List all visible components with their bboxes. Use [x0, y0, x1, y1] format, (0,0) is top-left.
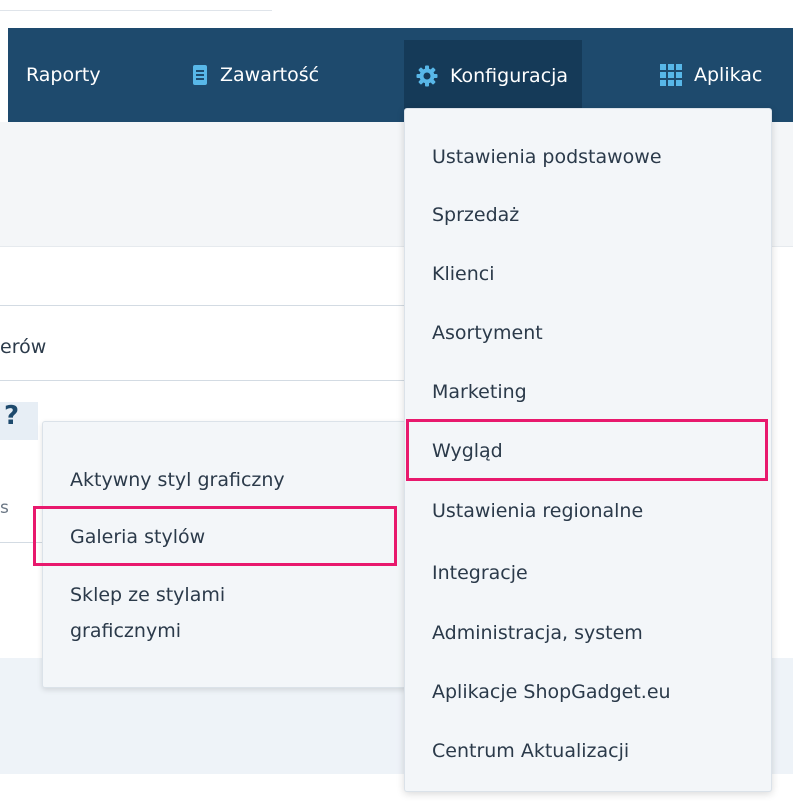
- menu-item-administration[interactable]: Administracja, system: [432, 620, 643, 646]
- table-divider: [0, 305, 410, 306]
- submenu-item-style-shop[interactable]: Sklep ze stylami graficznymi: [70, 577, 330, 649]
- nav-item-label: Konfiguracja: [450, 65, 569, 87]
- nav-item-content[interactable]: Zawartość: [192, 28, 319, 122]
- grid-icon: [660, 64, 682, 86]
- menu-item-shopgadget-apps[interactable]: Aplikacje ShopGadget.eu: [432, 679, 671, 705]
- highlight-box-appearance: [406, 419, 768, 481]
- nav-item-configuration[interactable]: Konfiguracja: [404, 40, 583, 112]
- table-divider: [0, 380, 410, 381]
- document-icon: [192, 64, 208, 86]
- menu-item-integrations[interactable]: Integracje: [432, 560, 528, 586]
- menu-item-customers[interactable]: Klienci: [432, 261, 494, 287]
- nav-item-reports[interactable]: Raporty: [26, 28, 101, 122]
- nav-item-label: Zawartość: [220, 64, 320, 86]
- menu-item-update-center[interactable]: Centrum Aktualizacji: [432, 738, 629, 764]
- menu-item-marketing[interactable]: Marketing: [432, 379, 527, 405]
- highlight-box-style-gallery: [33, 506, 397, 566]
- nav-item-label: Raporty: [26, 64, 101, 86]
- submenu-item-active-style[interactable]: Aktywny styl graficzny: [70, 467, 285, 493]
- gear-icon: [416, 65, 438, 87]
- menu-item-assortment[interactable]: Asortyment: [432, 320, 543, 346]
- top-divider: [0, 10, 272, 11]
- menu-item-regional-settings[interactable]: Ustawienia regionalne: [432, 498, 643, 524]
- menu-item-sales[interactable]: Sprzedaż: [432, 202, 519, 228]
- menu-item-basic-settings[interactable]: Ustawienia podstawowe: [432, 144, 662, 170]
- nav-item-label: Aplikac: [694, 64, 763, 86]
- help-question-mark: ?: [4, 401, 20, 431]
- partial-text: s: [0, 498, 9, 518]
- partial-column-label: erów: [0, 336, 47, 358]
